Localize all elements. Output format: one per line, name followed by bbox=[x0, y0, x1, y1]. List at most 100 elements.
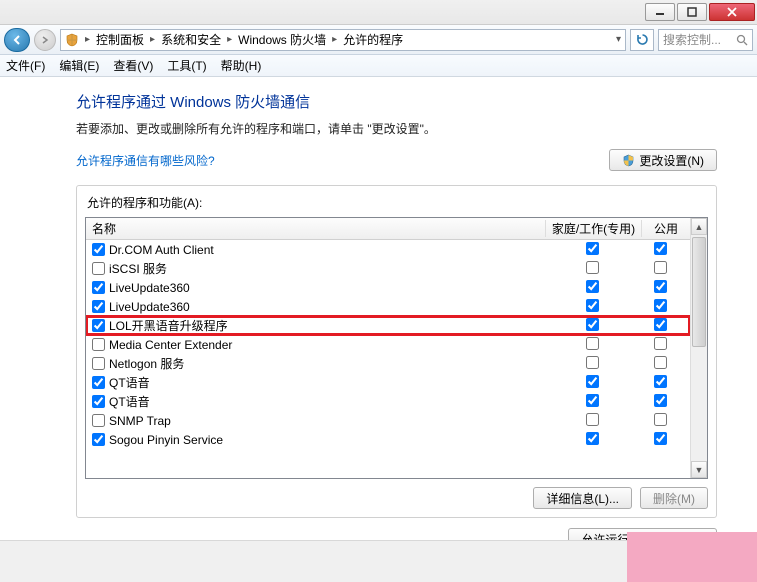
scroll-up-icon[interactable]: ▲ bbox=[691, 218, 707, 235]
allowed-programs-group: 允许的程序和功能(A): 名称 家庭/工作(专用) 公用 Dr.COM Auth… bbox=[76, 185, 717, 518]
row-public-checkbox[interactable] bbox=[654, 299, 667, 312]
row-public-cell bbox=[640, 356, 684, 372]
back-button[interactable] bbox=[4, 28, 30, 52]
change-settings-button[interactable]: 更改设置(N) bbox=[609, 149, 717, 171]
row-public-checkbox[interactable] bbox=[654, 394, 667, 407]
page-heading: 允许程序通过 Windows 防火墙通信 bbox=[76, 91, 717, 112]
row-home-cell bbox=[548, 318, 640, 334]
row-name: LiveUpdate360 bbox=[109, 300, 548, 314]
table-row[interactable]: QT语音 bbox=[86, 392, 690, 411]
table-row[interactable]: Dr.COM Auth Client bbox=[86, 240, 690, 259]
address-bar[interactable]: ▸ 控制面板 ▸ 系统和安全 ▸ Windows 防火墙 ▸ 允许的程序 ▾ bbox=[60, 29, 626, 51]
breadcrumb-item[interactable]: 允许的程序 bbox=[343, 31, 403, 48]
table-row[interactable]: Netlogon 服务 bbox=[86, 354, 690, 373]
minimize-button[interactable] bbox=[645, 3, 675, 21]
row-public-checkbox[interactable] bbox=[654, 356, 667, 369]
row-public-checkbox[interactable] bbox=[654, 261, 667, 274]
search-box[interactable]: 搜索控制... bbox=[658, 29, 753, 51]
row-name: LiveUpdate360 bbox=[109, 281, 548, 295]
row-enable-checkbox[interactable] bbox=[92, 281, 105, 294]
row-enable-checkbox[interactable] bbox=[92, 376, 105, 389]
row-public-checkbox[interactable] bbox=[654, 413, 667, 426]
refresh-button[interactable] bbox=[630, 29, 654, 51]
row-home-cell bbox=[548, 356, 640, 372]
row-enable-checkbox[interactable] bbox=[92, 395, 105, 408]
row-home-checkbox[interactable] bbox=[586, 432, 599, 445]
row-home-cell bbox=[548, 432, 640, 448]
row-enable-checkbox[interactable] bbox=[92, 338, 105, 351]
column-public[interactable]: 公用 bbox=[642, 220, 690, 237]
menu-help[interactable]: 帮助(H) bbox=[221, 57, 262, 74]
row-enable-checkbox[interactable] bbox=[92, 243, 105, 256]
row-public-checkbox[interactable] bbox=[654, 318, 667, 331]
row-public-cell bbox=[640, 318, 684, 334]
table-row[interactable]: LiveUpdate360 bbox=[86, 297, 690, 316]
row-enable-checkbox[interactable] bbox=[92, 319, 105, 332]
row-home-checkbox[interactable] bbox=[586, 337, 599, 350]
row-home-checkbox[interactable] bbox=[586, 261, 599, 274]
table-row[interactable]: iSCSI 服务 bbox=[86, 259, 690, 278]
row-home-cell bbox=[548, 242, 640, 258]
breadcrumb-separator-icon: ▸ bbox=[150, 34, 155, 45]
column-name[interactable]: 名称 bbox=[86, 220, 546, 237]
scroll-thumb[interactable] bbox=[692, 237, 706, 347]
row-home-cell bbox=[548, 337, 640, 353]
row-name: Dr.COM Auth Client bbox=[109, 243, 548, 257]
breadcrumb-item[interactable]: Windows 防火墙 bbox=[238, 31, 326, 48]
menu-file[interactable]: 文件(F) bbox=[6, 57, 45, 74]
menu-edit[interactable]: 编辑(E) bbox=[59, 57, 99, 74]
row-home-checkbox[interactable] bbox=[586, 394, 599, 407]
row-public-checkbox[interactable] bbox=[654, 242, 667, 255]
table-row[interactable]: SNMP Trap bbox=[86, 411, 690, 430]
scroll-track[interactable] bbox=[691, 235, 707, 461]
details-button[interactable]: 详细信息(L)... bbox=[533, 487, 632, 509]
forward-button[interactable] bbox=[34, 29, 56, 51]
row-home-checkbox[interactable] bbox=[586, 413, 599, 426]
row-name: Netlogon 服务 bbox=[109, 355, 548, 372]
row-home-checkbox[interactable] bbox=[586, 318, 599, 331]
column-home[interactable]: 家庭/工作(专用) bbox=[546, 220, 642, 237]
navigation-bar: ▸ 控制面板 ▸ 系统和安全 ▸ Windows 防火墙 ▸ 允许的程序 ▾ 搜… bbox=[0, 25, 757, 55]
row-home-checkbox[interactable] bbox=[586, 299, 599, 312]
breadcrumb-separator-icon: ▸ bbox=[85, 34, 90, 45]
row-public-checkbox[interactable] bbox=[654, 375, 667, 388]
menu-view[interactable]: 查看(V) bbox=[113, 57, 153, 74]
row-name: QT语音 bbox=[109, 374, 548, 391]
scroll-down-icon[interactable]: ▼ bbox=[691, 461, 707, 478]
group-label: 允许的程序和功能(A): bbox=[85, 194, 708, 211]
row-public-cell bbox=[640, 432, 684, 448]
row-enable-checkbox[interactable] bbox=[92, 300, 105, 313]
row-enable-checkbox[interactable] bbox=[92, 357, 105, 370]
list-header: 名称 家庭/工作(专用) 公用 bbox=[86, 218, 690, 240]
table-row[interactable]: QT语音 bbox=[86, 373, 690, 392]
scrollbar[interactable]: ▲ ▼ bbox=[690, 218, 707, 478]
row-home-checkbox[interactable] bbox=[586, 242, 599, 255]
row-name: iSCSI 服务 bbox=[109, 260, 548, 277]
remove-button[interactable]: 删除(M) bbox=[640, 487, 708, 509]
menu-tools[interactable]: 工具(T) bbox=[167, 57, 206, 74]
row-home-checkbox[interactable] bbox=[586, 356, 599, 369]
row-home-checkbox[interactable] bbox=[586, 375, 599, 388]
risk-link[interactable]: 允许程序通信有哪些风险? bbox=[76, 152, 215, 169]
table-row[interactable]: LiveUpdate360 bbox=[86, 278, 690, 297]
close-button[interactable] bbox=[709, 3, 755, 21]
row-home-cell bbox=[548, 299, 640, 315]
row-enable-checkbox[interactable] bbox=[92, 262, 105, 275]
table-row[interactable]: LOL开黑语音升级程序 bbox=[86, 316, 690, 335]
overlay-watermark bbox=[627, 532, 757, 582]
table-row[interactable]: Sogou Pinyin Service bbox=[86, 430, 690, 449]
row-enable-checkbox[interactable] bbox=[92, 414, 105, 427]
row-home-cell bbox=[548, 261, 640, 277]
row-public-checkbox[interactable] bbox=[654, 337, 667, 350]
row-enable-checkbox[interactable] bbox=[92, 433, 105, 446]
address-dropdown-icon[interactable]: ▾ bbox=[608, 34, 621, 45]
row-public-cell bbox=[640, 375, 684, 391]
breadcrumb-item[interactable]: 系统和安全 bbox=[161, 31, 221, 48]
table-row[interactable]: Media Center Extender bbox=[86, 335, 690, 354]
row-public-checkbox[interactable] bbox=[654, 432, 667, 445]
row-public-checkbox[interactable] bbox=[654, 280, 667, 293]
row-home-cell bbox=[548, 394, 640, 410]
row-home-checkbox[interactable] bbox=[586, 280, 599, 293]
maximize-button[interactable] bbox=[677, 3, 707, 21]
breadcrumb-item[interactable]: 控制面板 bbox=[96, 31, 144, 48]
